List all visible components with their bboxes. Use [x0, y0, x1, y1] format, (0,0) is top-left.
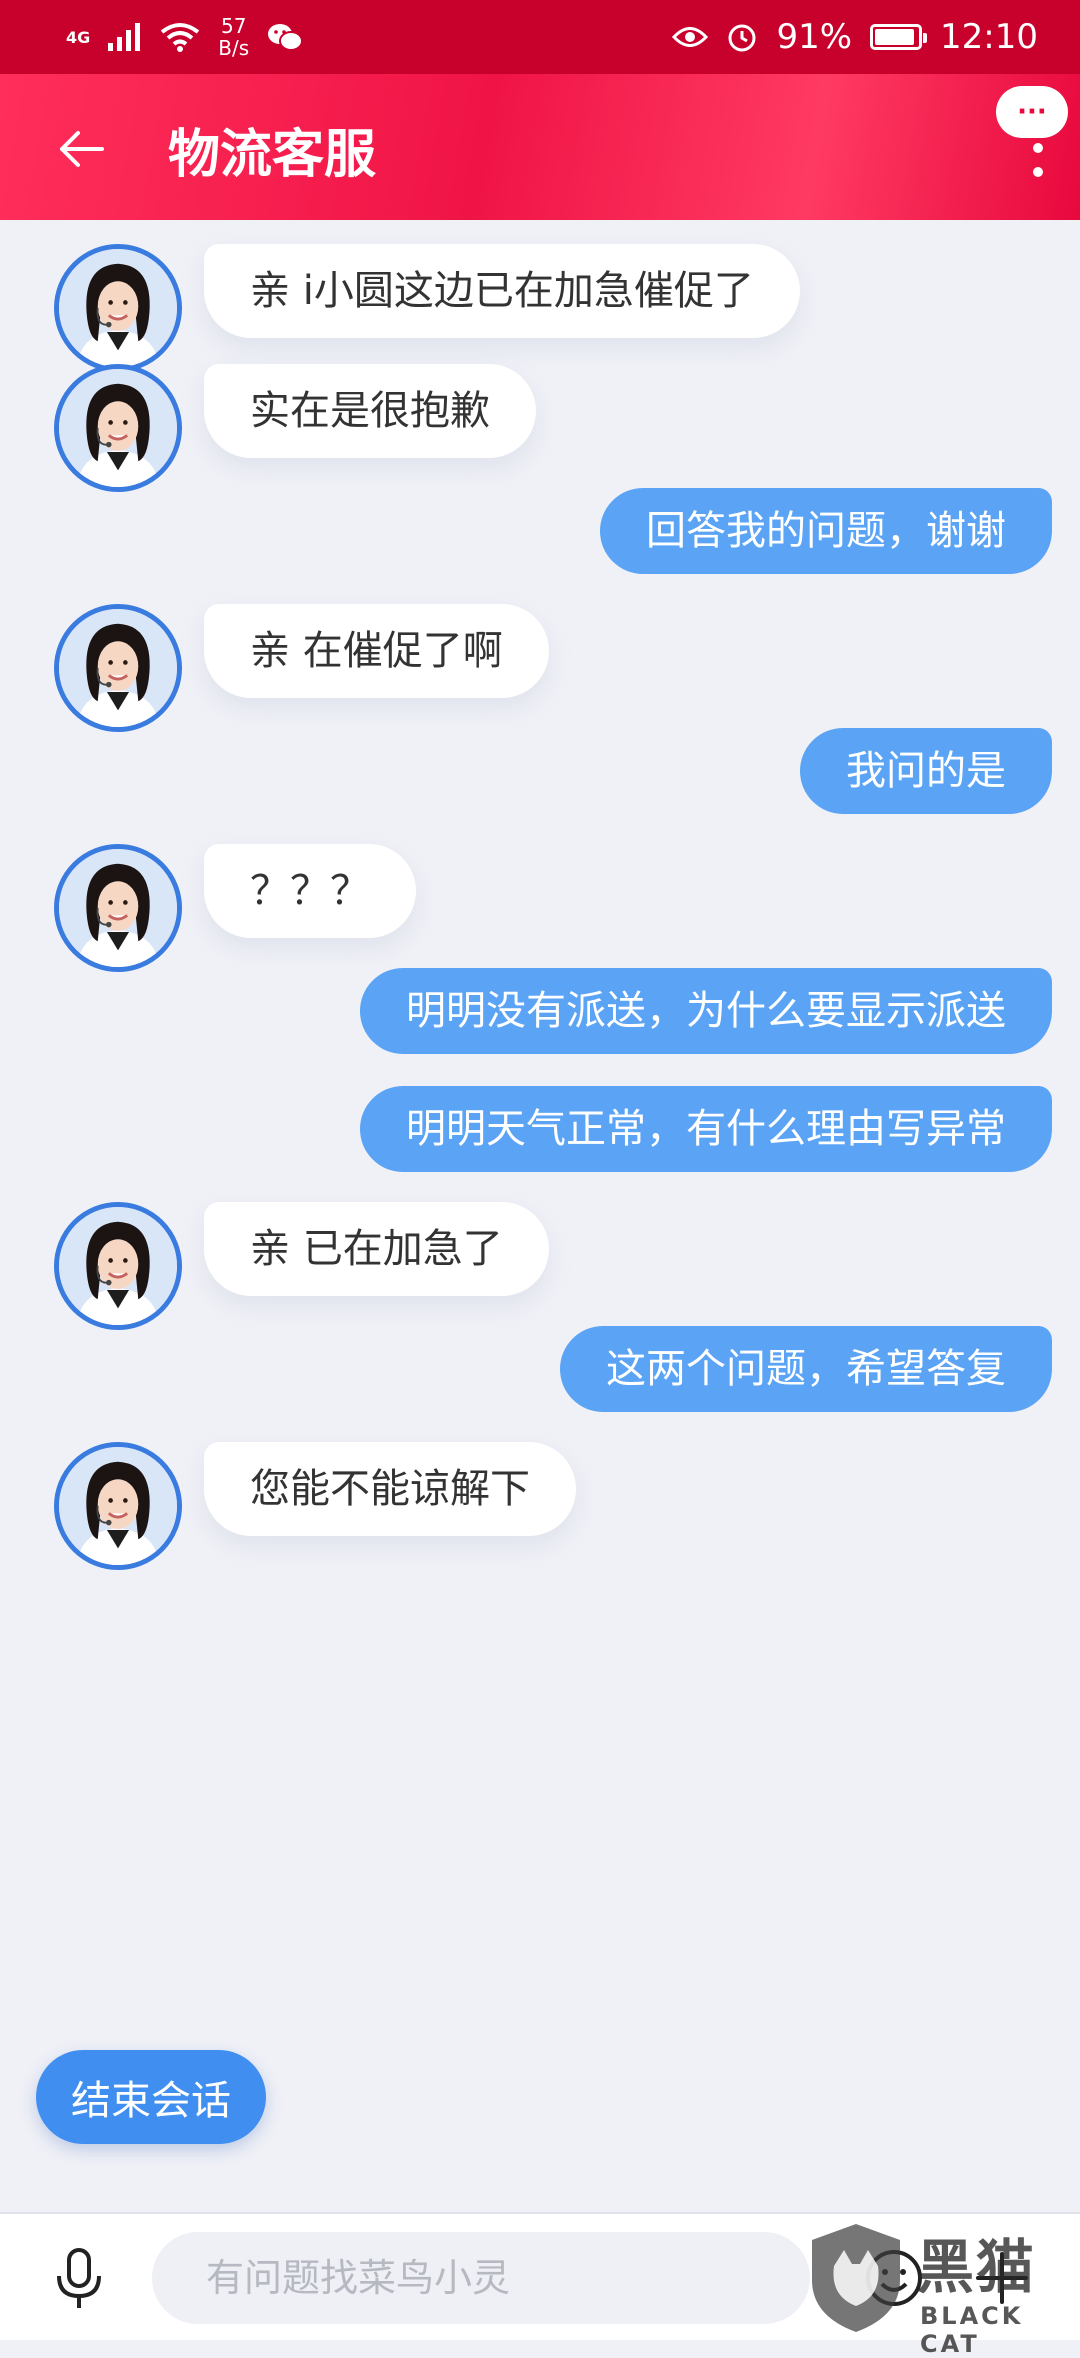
wifi-icon	[161, 23, 200, 52]
page-title: 物流客服	[168, 125, 377, 185]
user-message-bubble[interactable]: 回答我的问题，谢谢	[600, 488, 1052, 574]
emoji-icon[interactable]	[864, 2248, 924, 2308]
network-speed-value: 57	[220, 14, 247, 38]
vertical-dots-icon[interactable]	[1032, 142, 1044, 182]
signal-icon	[108, 23, 141, 51]
input-bar	[0, 2212, 1080, 2340]
agent-avatar[interactable]	[54, 1442, 182, 1570]
status-bar-right: 91% 12:10	[672, 17, 1038, 57]
agent-message-row: 亲 在催促了啊	[0, 604, 1080, 732]
user-message-row: 明明天气正常，有什么理由写异常	[0, 1086, 1080, 1172]
agent-avatar[interactable]	[54, 1202, 182, 1330]
more-options-button[interactable]: ···	[996, 86, 1068, 138]
agent-message-row: 亲 已在加急了	[0, 1202, 1080, 1330]
user-message-row: 我问的是	[0, 728, 1080, 814]
user-message-row: 明明没有派送，为什么要显示派送	[0, 968, 1080, 1054]
app-header: 物流客服 ···	[0, 74, 1080, 220]
clock-time: 12:10	[940, 17, 1038, 57]
chat-message-list[interactable]: 亲 i小圆这边已在加急催促了 实在是很抱歉 回答我的问题，谢谢亲 在催促了啊我问的是…	[0, 220, 1080, 2210]
agent-avatar[interactable]	[54, 844, 182, 972]
user-message-bubble[interactable]: 明明天气正常，有什么理由写异常	[360, 1086, 1052, 1172]
agent-message-bubble[interactable]: 您能不能谅解下	[204, 1442, 576, 1536]
agent-avatar[interactable]	[54, 244, 182, 372]
wechat-icon	[268, 24, 304, 51]
status-bar-left: 4G 57 B/s	[66, 15, 304, 59]
agent-avatar[interactable]	[54, 604, 182, 732]
user-message-row: 这两个问题，希望答复	[0, 1326, 1080, 1412]
agent-message-row: ？？？	[0, 844, 1080, 972]
user-message-row: 回答我的问题，谢谢	[0, 488, 1080, 574]
battery-percent: 91%	[776, 17, 853, 57]
agent-message-row: 您能不能谅解下	[0, 1442, 1080, 1570]
agent-message-bubble[interactable]: 亲 i小圆这边已在加急催促了	[204, 244, 800, 338]
back-arrow-icon[interactable]	[56, 124, 106, 174]
eye-icon	[672, 27, 709, 47]
user-message-bubble[interactable]: 我问的是	[800, 728, 1052, 814]
agent-message-row: 实在是很抱歉	[0, 364, 1080, 492]
user-message-bubble[interactable]: 这两个问题，希望答复	[560, 1326, 1052, 1412]
network-speed-unit: B/s	[218, 36, 250, 60]
battery-icon	[870, 24, 928, 50]
status-bar: 4G 57 B/s 91% 12:10	[0, 0, 1080, 74]
user-message-bubble[interactable]: 明明没有派送，为什么要显示派送	[360, 968, 1052, 1054]
end-session-button[interactable]: 结束会话	[36, 2050, 266, 2144]
agent-message-bubble[interactable]: ？？？	[204, 844, 416, 938]
message-input[interactable]	[152, 2232, 810, 2324]
alarm-icon	[728, 24, 756, 52]
network-speed: 57 B/s	[218, 15, 249, 59]
network-type: 4G	[66, 27, 91, 47]
agent-message-bubble[interactable]: 亲 已在加急了	[204, 1202, 549, 1296]
plus-icon[interactable]	[974, 2250, 1030, 2306]
agent-message-bubble[interactable]: 亲 在催促了啊	[204, 604, 549, 698]
agent-message-bubble[interactable]: 实在是很抱歉	[204, 364, 536, 458]
agent-avatar[interactable]	[54, 364, 182, 492]
agent-message-row: 亲 i小圆这边已在加急催促了	[0, 244, 1080, 372]
microphone-icon[interactable]	[54, 2248, 104, 2310]
